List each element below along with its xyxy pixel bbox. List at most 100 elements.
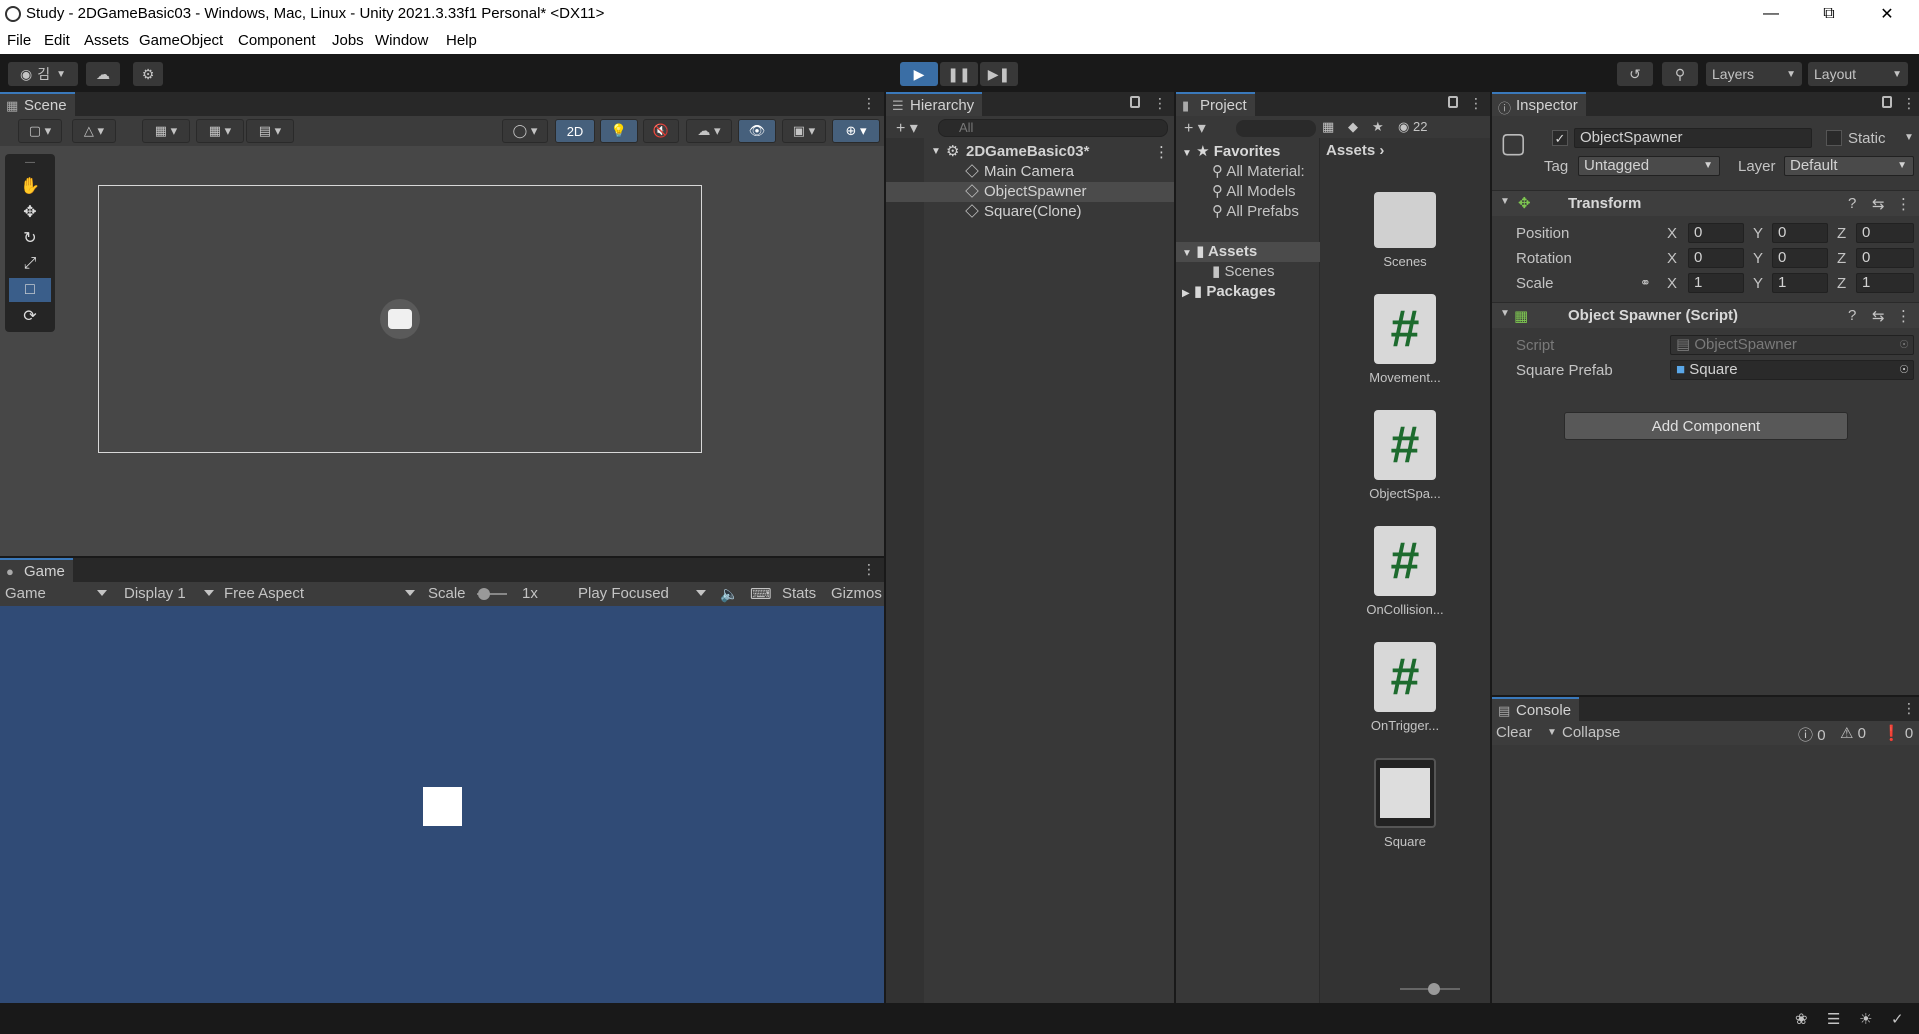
scale-tool-icon[interactable]: ⤢ bbox=[9, 252, 51, 276]
asset-movement-script[interactable]: # Movement... bbox=[1320, 294, 1490, 385]
add-object-button[interactable]: + ▾ bbox=[896, 118, 918, 138]
transform-tool-icon[interactable]: ⟳ bbox=[9, 304, 51, 328]
more-options-icon[interactable]: ⋮ bbox=[862, 95, 876, 112]
game-view-dropdown[interactable]: Game bbox=[5, 585, 46, 602]
shading-dropdown[interactable]: ◯ ▾ bbox=[502, 119, 548, 143]
stats-button[interactable]: Stats bbox=[782, 585, 816, 602]
account-dropdown[interactable]: ◉ 김 ▼ bbox=[8, 62, 78, 86]
preset-icon[interactable]: ⇆ bbox=[1872, 307, 1885, 325]
clear-button[interactable]: Clear bbox=[1496, 724, 1532, 741]
lock-icon[interactable] bbox=[1130, 96, 1140, 108]
collab-settings-icon[interactable]: ⚙ bbox=[133, 62, 163, 86]
layers-dropdown[interactable]: Layers ▼ bbox=[1706, 62, 1802, 86]
packages-folder-row[interactable]: ▶ ▮ Packages bbox=[1176, 282, 1320, 302]
collapse-button[interactable]: Collapse bbox=[1562, 724, 1620, 741]
hierarchy-item-main-camera[interactable]: Main Camera bbox=[886, 162, 1174, 182]
menu-edit[interactable]: Edit bbox=[44, 32, 70, 49]
display-dropdown[interactable]: Display 1 bbox=[124, 585, 186, 602]
increment-snap-dropdown[interactable]: ▦ ▾ bbox=[196, 119, 244, 143]
constrain-proportions-icon[interactable]: ⚭ bbox=[1640, 275, 1651, 291]
component-menu-icon[interactable]: ⋮ bbox=[1896, 307, 1911, 325]
drag-handle[interactable]: — bbox=[9, 157, 51, 168]
create-asset-button[interactable]: + ▾ bbox=[1184, 118, 1206, 138]
favorite-item[interactable]: ⚲ All Material: bbox=[1176, 162, 1320, 182]
script-component-header[interactable]: ▼ ▦ Object Spawner (Script) ? ⇆ ⋮ bbox=[1492, 302, 1919, 328]
object-picker-icon[interactable]: ☉ bbox=[1899, 361, 1909, 379]
hierarchy-search-input[interactable]: All bbox=[938, 119, 1168, 137]
position-z-field[interactable]: 0 bbox=[1856, 223, 1914, 243]
menu-component[interactable]: Component bbox=[238, 32, 316, 49]
progress-icon[interactable]: ☰ bbox=[1827, 1010, 1840, 1028]
layout-dropdown[interactable]: Layout ▼ bbox=[1808, 62, 1908, 86]
scale-y-field[interactable]: 1 bbox=[1772, 273, 1828, 293]
camera-gizmo-icon[interactable] bbox=[380, 299, 420, 339]
component-menu-icon[interactable]: ⋮ bbox=[1896, 195, 1911, 213]
search-icon[interactable]: ⚲ bbox=[1662, 62, 1698, 86]
more-options-icon[interactable]: ⋮ bbox=[1902, 95, 1916, 112]
layer-dropdown[interactable]: Default ▼ bbox=[1784, 156, 1914, 176]
scale-z-field[interactable]: 1 bbox=[1856, 273, 1914, 293]
more-options-icon[interactable]: ⋮ bbox=[862, 561, 876, 578]
scale-x-field[interactable]: 1 bbox=[1688, 273, 1744, 293]
more-options-icon[interactable]: ⋮ bbox=[1902, 700, 1916, 717]
tab-inspector[interactable]: ⓘ Inspector bbox=[1492, 92, 1586, 116]
step-button[interactable]: ▶❚ bbox=[980, 62, 1018, 86]
clear-options-dropdown[interactable]: ▼ bbox=[1547, 727, 1557, 738]
tab-game[interactable]: ● Game bbox=[0, 558, 73, 582]
favorites-row[interactable]: ▼ ★ Favorites bbox=[1176, 142, 1320, 162]
position-y-field[interactable]: 0 bbox=[1772, 223, 1828, 243]
asset-oncollision-script[interactable]: # OnCollision... bbox=[1320, 526, 1490, 617]
shortcuts-icon[interactable]: ⌨ bbox=[750, 585, 772, 603]
menu-window[interactable]: Window bbox=[375, 32, 428, 49]
play-focused-dropdown[interactable]: Play Focused bbox=[578, 585, 669, 602]
scene-options-icon[interactable]: ⋮ bbox=[1154, 143, 1169, 161]
menu-file[interactable]: File bbox=[7, 32, 31, 49]
grid-snap-dropdown[interactable]: ▦ ▾ bbox=[142, 119, 190, 143]
asset-scenes-folder[interactable]: Scenes bbox=[1320, 184, 1490, 269]
foldout-arrow-icon[interactable]: ▼ bbox=[931, 146, 941, 157]
lock-icon[interactable] bbox=[1882, 96, 1892, 108]
active-checkbox[interactable]: ✓ bbox=[1552, 130, 1568, 146]
menu-assets[interactable]: Assets bbox=[84, 32, 129, 49]
search-by-label-icon[interactable]: ◆ bbox=[1348, 119, 1358, 135]
search-by-type-icon[interactable]: ▦ bbox=[1322, 119, 1334, 135]
square-prefab-field[interactable]: ■ Square ☉ bbox=[1670, 360, 1914, 380]
aspect-dropdown[interactable]: Free Aspect bbox=[224, 585, 304, 602]
help-icon[interactable]: ? bbox=[1848, 307, 1856, 324]
effects-dropdown[interactable]: ☁ ▾ bbox=[686, 119, 732, 143]
assets-folder-row[interactable]: ▼ ▮ Assets bbox=[1176, 242, 1320, 262]
lock-icon[interactable] bbox=[1448, 96, 1458, 108]
minimize-icon[interactable]: — bbox=[1742, 0, 1800, 28]
rotation-z-field[interactable]: 0 bbox=[1856, 248, 1914, 268]
bug-icon[interactable]: ❀ bbox=[1795, 1010, 1808, 1028]
draw-mode-dropdown[interactable]: ▢ ▾ bbox=[18, 119, 62, 143]
tab-console[interactable]: ▤ Console bbox=[1492, 697, 1580, 721]
asset-breadcrumb[interactable]: Assets › bbox=[1326, 142, 1384, 159]
transform-header[interactable]: ▼ ✥ Transform ? ⇆ ⋮ bbox=[1492, 190, 1919, 216]
asset-ontrigger-script[interactable]: # OnTrigger... bbox=[1320, 642, 1490, 733]
menu-gameobject[interactable]: GameObject bbox=[139, 32, 223, 49]
gizmos-button[interactable]: Gizmos bbox=[831, 585, 882, 602]
position-x-field[interactable]: 0 bbox=[1688, 223, 1744, 243]
menu-jobs[interactable]: Jobs bbox=[332, 32, 364, 49]
scene-root-row[interactable]: ▼ ⚙ 2DGameBasic03* ⋮ bbox=[886, 142, 1174, 162]
audio-toggle-icon[interactable]: 🔇 bbox=[643, 119, 679, 143]
log-count[interactable]: ⓘ 0 bbox=[1798, 724, 1826, 745]
mute-audio-icon[interactable]: 🔈 bbox=[720, 585, 739, 603]
close-icon[interactable]: ✕ bbox=[1858, 0, 1916, 28]
rotation-y-field[interactable]: 0 bbox=[1772, 248, 1828, 268]
rotate-tool-icon[interactable]: ↻ bbox=[9, 226, 51, 250]
lighting-toggle-icon[interactable]: 💡 bbox=[600, 119, 638, 143]
check-icon[interactable]: ✓ bbox=[1891, 1010, 1904, 1028]
rect-tool-icon[interactable]: □ bbox=[9, 278, 51, 302]
tab-project[interactable]: ▮ Project bbox=[1176, 92, 1255, 116]
tab-scene[interactable]: ▦ Scene bbox=[0, 92, 75, 116]
restore-icon[interactable]: ⧉ bbox=[1800, 0, 1858, 28]
help-icon[interactable]: ? bbox=[1848, 195, 1856, 212]
asset-objectspawner-script[interactable]: # ObjectSpa... bbox=[1320, 410, 1490, 501]
warning-count[interactable]: ⚠ 0 bbox=[1840, 724, 1866, 742]
favorite-item[interactable]: ⚲ All Models bbox=[1176, 182, 1320, 202]
gizmos-dropdown[interactable]: ⊕ ▾ bbox=[832, 119, 880, 143]
scale-slider-handle[interactable] bbox=[478, 588, 490, 600]
rotation-x-field[interactable]: 0 bbox=[1688, 248, 1744, 268]
